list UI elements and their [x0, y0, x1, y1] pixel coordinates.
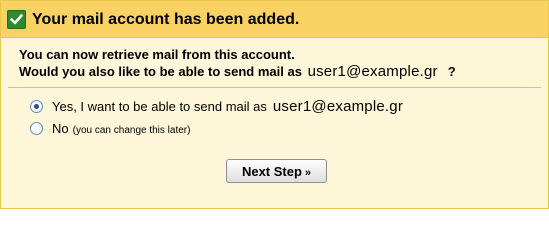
option-no[interactable]: No (you can change this later) — [30, 121, 190, 136]
divider — [8, 87, 541, 88]
intro-question-mark: ? — [447, 64, 456, 79]
option-yes-email: user1@example.gr — [272, 98, 404, 115]
next-step-button[interactable]: Next Step» — [226, 159, 327, 183]
mail-account-added-dialog: Your mail account has been added. You ca… — [0, 0, 549, 209]
double-chevron-right-icon: » — [304, 166, 312, 179]
intro-email: user1@example.gr — [307, 63, 438, 80]
dialog-title: Your mail account has been added. — [32, 11, 300, 28]
title-bar: Your mail account has been added. — [1, 1, 548, 38]
option-yes-label: Yes, I want to be able to send mail as — [52, 99, 267, 114]
checkmark-icon — [7, 10, 26, 29]
option-yes[interactable]: Yes, I want to be able to send mail as us… — [30, 98, 403, 115]
intro-line-2-prefix: Would you also like to be able to send m… — [19, 64, 302, 79]
intro-line-2: Would you also like to be able to send m… — [19, 63, 456, 80]
intro-line-1: You can now retrieve mail from this acco… — [19, 47, 295, 62]
intro-text: You can now retrieve mail from this acco… — [19, 46, 456, 80]
option-no-hint: (you can change this later) — [72, 125, 191, 136]
radio-no[interactable] — [30, 122, 43, 136]
option-no-label: No — [52, 121, 69, 136]
next-step-label: Next Step — [241, 163, 302, 179]
radio-yes[interactable] — [30, 100, 43, 114]
